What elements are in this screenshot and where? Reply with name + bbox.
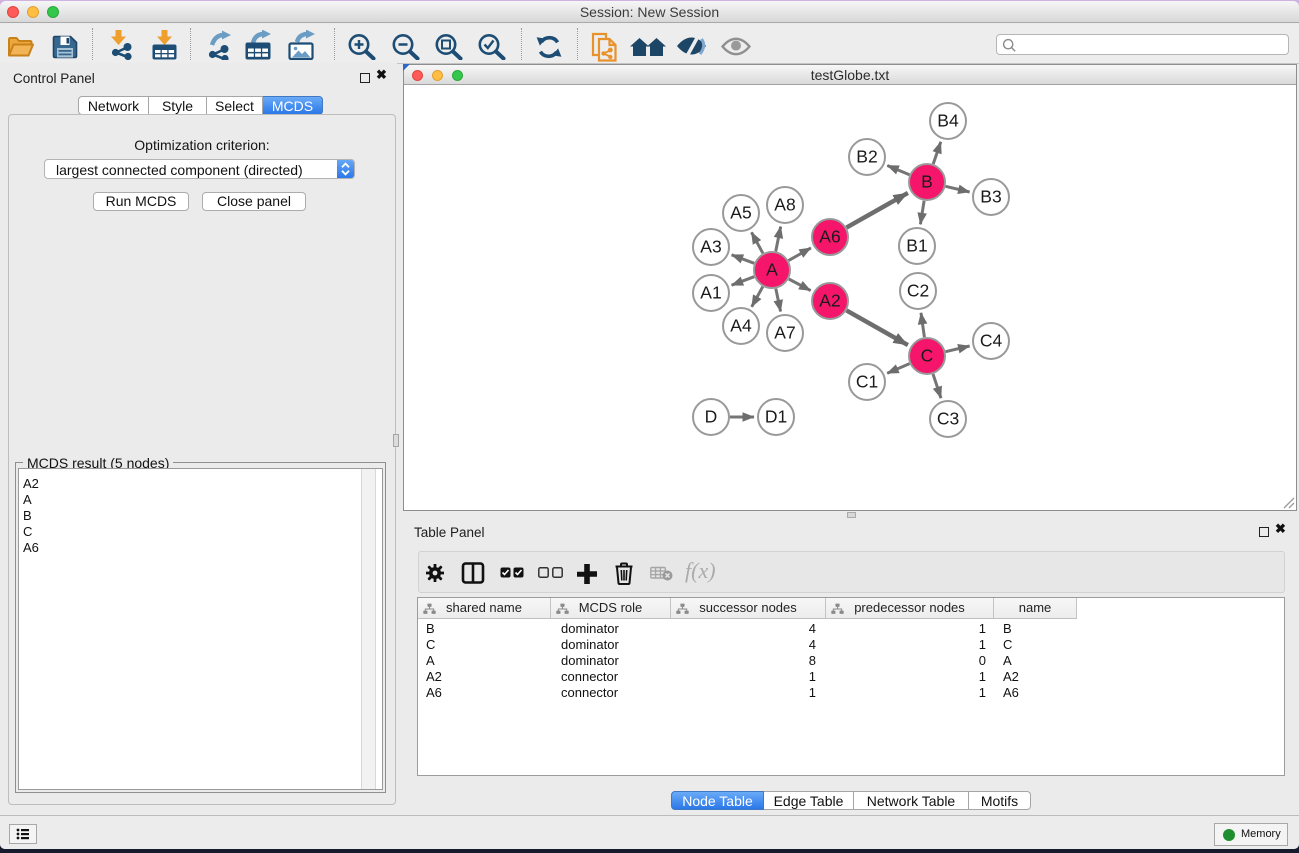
svg-text:A8: A8	[774, 195, 795, 215]
svg-text:C: C	[921, 346, 934, 366]
svg-text:C3: C3	[937, 409, 959, 429]
svg-text:B: B	[921, 172, 933, 192]
svg-text:A2: A2	[819, 291, 840, 311]
svg-text:B1: B1	[906, 236, 927, 256]
svg-text:A4: A4	[730, 316, 752, 336]
svg-text:B2: B2	[856, 147, 877, 167]
svg-text:B3: B3	[980, 187, 1001, 207]
svg-text:A7: A7	[774, 323, 795, 343]
svg-text:A6: A6	[819, 227, 840, 247]
svg-text:D: D	[705, 407, 718, 427]
svg-text:A: A	[766, 260, 778, 280]
svg-text:A3: A3	[700, 237, 721, 257]
svg-text:D1: D1	[765, 407, 787, 427]
svg-text:C1: C1	[856, 372, 878, 392]
svg-text:A5: A5	[730, 203, 751, 223]
svg-text:B4: B4	[937, 111, 959, 131]
svg-text:C4: C4	[980, 331, 1003, 351]
svg-text:A1: A1	[700, 283, 721, 303]
svg-text:C2: C2	[907, 281, 929, 301]
